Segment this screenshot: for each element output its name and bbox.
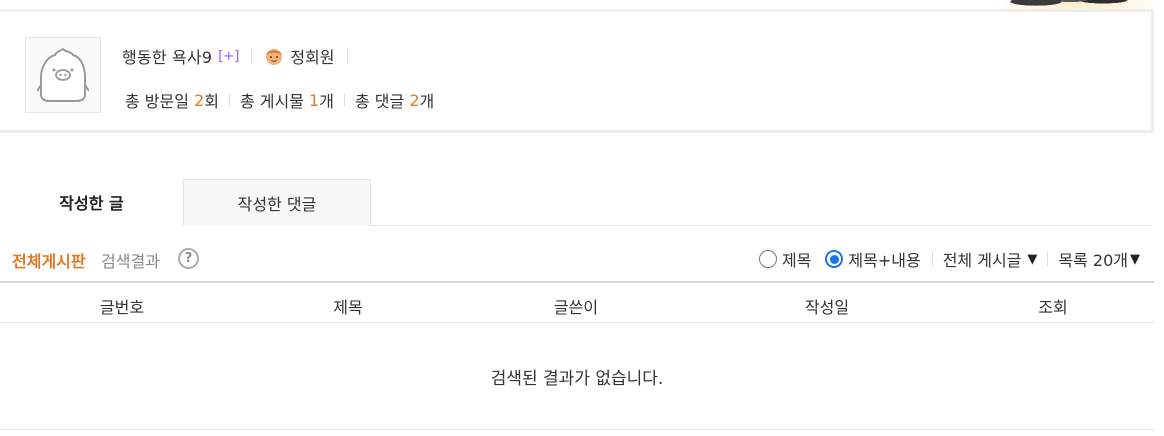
stat-posts-label: 총 게시물 — [239, 92, 304, 111]
profile-stats: 총 방문일 2회 총 게시물 1개 총 댓글 2개 — [125, 89, 435, 112]
divider — [346, 49, 348, 63]
post-filter-label: 전체 게시글 — [942, 251, 1022, 270]
tab-bar: 작성한 글 작성한 댓글 — [0, 179, 1151, 226]
board-subtitle: 검색결과 — [101, 252, 160, 271]
pig-avatar-icon — [37, 47, 89, 102]
stat-comments-unit: 개 — [419, 92, 435, 111]
search-options-row: 전체게시판 검색결과 ? 제목 제목+내용 전체 게시글 ▼ 목록 20개 ▼ — [0, 245, 1154, 273]
stat-comments-label: 총 댓글 — [354, 92, 405, 111]
divider — [343, 93, 345, 107]
list-size-dropdown[interactable]: 목록 20개 ▼ — [1058, 247, 1140, 271]
col-date: 작성일 — [804, 298, 850, 317]
help-icon[interactable]: ? — [178, 248, 199, 269]
stat-visits-unit: 회 — [204, 92, 219, 111]
divider — [931, 251, 933, 267]
avatar — [25, 37, 101, 113]
plus-badge[interactable]: [+] — [218, 49, 239, 64]
stat-posts-value: 1 — [309, 90, 320, 110]
profile-line-1: 행동한 욕사9 [+] 정회원 — [122, 45, 360, 67]
search-filters: 제목 제목+내용 전체 게시글 ▼ 목록 20개 ▼ — [758, 245, 1140, 273]
radio-title-content-label[interactable]: 제목+내용 — [848, 247, 920, 271]
nickname[interactable]: 행동한 욕사9 — [122, 44, 212, 68]
divider — [228, 93, 230, 107]
stat-posts-unit: 개 — [319, 92, 334, 111]
profile-box: 행동한 욕사9 [+] 정회원 총 방문일 2회 총 게시물 1개 총 댓글 2… — [0, 9, 1154, 133]
tab-my-posts[interactable]: 작성한 글 — [0, 179, 183, 226]
board-title: 전체게시판 — [12, 252, 86, 271]
post-filter-dropdown[interactable]: 전체 게시글 ▼ — [943, 247, 1038, 271]
caret-down-icon: ▼ — [1130, 251, 1140, 267]
stat-comments-value: 2 — [409, 90, 420, 110]
radio-title-label[interactable]: 제목 — [782, 247, 811, 271]
list-size-label: 목록 20개 — [1058, 251, 1128, 270]
empty-message: 검색된 결과가 없습니다. — [0, 323, 1154, 430]
stat-visits-value: 2 — [194, 90, 205, 110]
post-table: 글번호 제목 글쓴이 작성일 조회 검색된 결과가 없습니다. — [0, 281, 1154, 430]
radio-title-content[interactable] — [825, 250, 844, 268]
table-header: 글번호 제목 글쓴이 작성일 조회 — [0, 281, 1154, 323]
col-title: 제목 — [333, 298, 363, 317]
col-author: 글쓴이 — [553, 298, 599, 317]
member-grade: 정회원 — [290, 48, 335, 67]
divider — [1047, 251, 1049, 267]
caret-down-icon: ▼ — [1027, 251, 1038, 267]
divider — [251, 49, 253, 63]
member-grade-icon — [264, 46, 284, 66]
stat-visits-label: 총 방문일 — [125, 92, 189, 111]
col-views: 조회 — [1038, 298, 1068, 317]
col-post-number: 글번호 — [99, 298, 145, 317]
radio-title[interactable] — [758, 250, 777, 268]
tab-my-comments[interactable]: 작성한 댓글 — [183, 179, 371, 226]
